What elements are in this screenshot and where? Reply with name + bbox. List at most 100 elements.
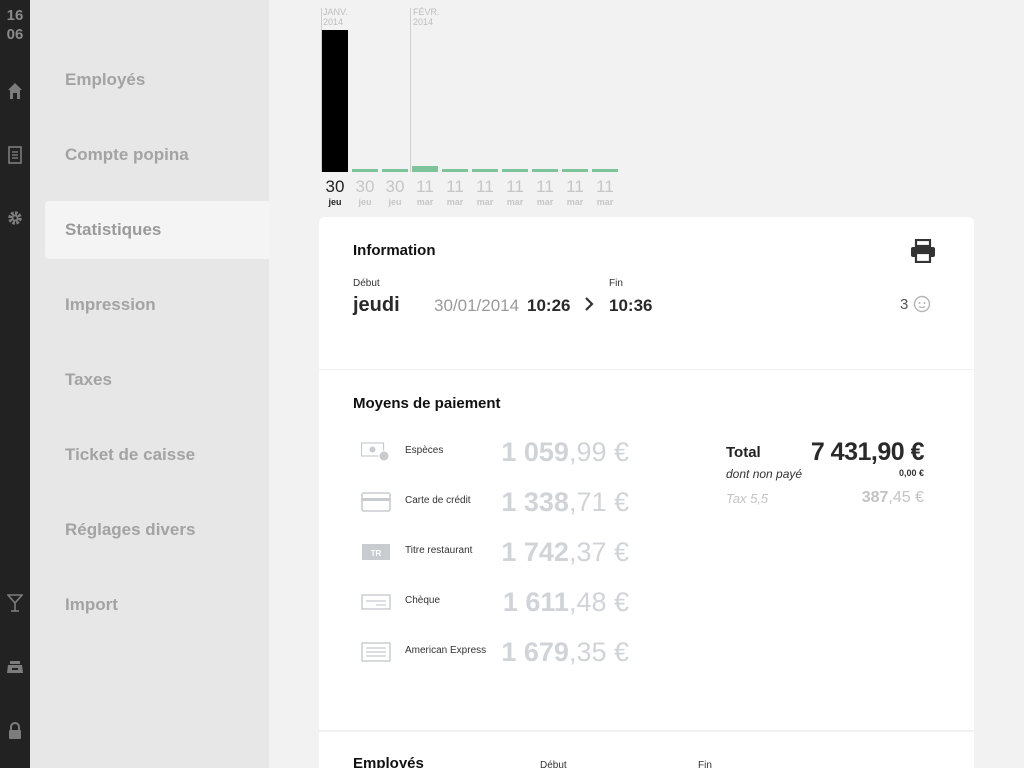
chart-day-label[interactable]: 11 mar [532, 178, 558, 208]
lock-icon[interactable] [5, 721, 25, 741]
chart-bar[interactable] [322, 30, 348, 172]
cocktail-icon[interactable] [5, 593, 25, 613]
chart-day-label[interactable]: 11 mar [502, 178, 528, 208]
total-value: 7 431,90 € [810, 438, 925, 466]
covers-icon [913, 295, 931, 318]
chart-day-number: 11 [446, 177, 464, 196]
month-label-janv: JANV. 2014 [323, 7, 348, 27]
statistics-content: JANV. 2014 FÉVR. 2014 30 jeu 30 jeu 30 jeu 11 mar… [269, 0, 1024, 768]
payment-row-carte-de-credit: Carte de crédit 1 338,71 € [359, 487, 629, 517]
unpaid-value: 0,00 € [898, 468, 924, 478]
chart-bar[interactable] [442, 169, 468, 172]
credit-card-icon [361, 492, 391, 512]
tax-value: 387,45 € [861, 489, 924, 506]
chart-weekday: jeu [328, 197, 342, 207]
payment-row-american-express: American Express 1 679,35 € [359, 637, 629, 667]
chart-bar[interactable] [412, 166, 438, 172]
chart-weekday: mar [446, 197, 464, 207]
clock-minutes: 06 [6, 26, 24, 43]
payment-amount: 1 059,99 € [501, 437, 629, 467]
gear-icon[interactable] [5, 208, 25, 228]
chevron-right-icon [584, 296, 594, 317]
meal-voucher-icon: TR [361, 542, 391, 562]
chart-day-number: 11 [506, 177, 524, 196]
settings-panel: Employés Compte popina Statistiques Impr… [30, 0, 1024, 768]
chart-bar[interactable] [562, 169, 588, 172]
payment-row-titre-restaurant: TR Titre restaurant 1 742,37 € [359, 537, 629, 567]
menu-item-import[interactable]: Import [45, 576, 269, 634]
clock: 16 06 [0, 6, 30, 44]
employees-title: Employés [353, 755, 424, 768]
start-time: 10:26 [527, 296, 571, 315]
chart-day-label[interactable]: 11 mar [562, 178, 588, 208]
chart-day-number: 11 [476, 177, 494, 196]
daily-sales-chart: JANV. 2014 FÉVR. 2014 30 jeu 30 jeu 30 jeu 11 mar… [319, 0, 639, 215]
employees-start-label: Début [540, 760, 567, 768]
chart-bar[interactable] [352, 169, 378, 172]
employees-end-label: Fin [698, 760, 712, 768]
month-label-fevr: FÉVR. 2014 [413, 7, 440, 27]
end-time: 10:36 [609, 296, 653, 315]
month-separator [410, 8, 411, 172]
start-date: 30/01/2014 [434, 296, 520, 315]
menu-item-taxes[interactable]: Taxes [45, 351, 269, 409]
payment-amount: 1 679,35 € [501, 637, 629, 667]
check-icon [361, 592, 391, 612]
chart-weekday: mar [506, 197, 524, 207]
payment-row-cheque: Chèque 1 611,48 € [359, 587, 629, 617]
chart-day-label[interactable]: 30 jeu [322, 178, 348, 208]
menu-item-reglages-divers[interactable]: Réglages divers [45, 501, 269, 559]
menu-item-compte-popina[interactable]: Compte popina [45, 126, 269, 184]
chart-weekday: mar [566, 197, 584, 207]
chart-day-number: 30 [385, 177, 405, 196]
employees-card: Employés Début Fin [319, 732, 974, 768]
document-icon[interactable] [5, 145, 25, 165]
payment-amount: 1 742,37 € [501, 537, 629, 567]
unpaid-label: dont non payé [726, 467, 803, 481]
chart-bar[interactable] [592, 169, 618, 172]
chart-day-number: 11 [596, 177, 614, 196]
payment-row-especes: Espèces 1 059,99 € [359, 437, 629, 467]
end-label: Fin [609, 278, 623, 289]
menu-item-impression[interactable]: Impression [45, 276, 269, 334]
payment-amount: 1 338,71 € [501, 487, 629, 517]
menu-item-employes[interactable]: Employés [45, 51, 269, 109]
chart-weekday: jeu [388, 197, 402, 207]
cash-register-icon[interactable] [5, 657, 25, 677]
chart-weekday: mar [596, 197, 614, 207]
print-icon[interactable] [910, 238, 936, 268]
payment-label: American Express [405, 645, 487, 656]
menu-item-ticket-de-caisse[interactable]: Ticket de caisse [45, 426, 269, 484]
chart-day-label[interactable]: 30 jeu [352, 178, 378, 208]
total-label: Total [726, 444, 761, 461]
chart-day-number: 30 [325, 177, 345, 196]
chart-weekday: mar [536, 197, 554, 207]
chart-day-label[interactable]: 11 mar [592, 178, 618, 208]
chart-weekday: mar [476, 197, 494, 207]
tax-label: Tax 5,5 [726, 491, 769, 506]
payment-methods-title: Moyens de paiement [353, 395, 501, 412]
information-card: Information Début Fin jeudi 30/01/2014 1… [319, 217, 974, 369]
covers-count: 3 [900, 296, 909, 313]
home-icon[interactable] [5, 81, 25, 101]
chart-day-label[interactable]: 30 jeu [382, 178, 408, 208]
clock-hours: 16 [6, 7, 24, 24]
chart-weekday: mar [416, 197, 434, 207]
start-day: jeudi [353, 294, 400, 316]
chart-day-number: 11 [566, 177, 584, 196]
chart-bar[interactable] [472, 169, 498, 172]
chart-bar[interactable] [382, 169, 408, 172]
information-title: Information [353, 242, 436, 259]
payment-label: Espèces [405, 445, 444, 456]
chart-day-label[interactable]: 11 mar [412, 178, 438, 208]
chart-day-number: 30 [355, 177, 375, 196]
chart-day-label[interactable]: 11 mar [442, 178, 468, 208]
menu-item-statistiques[interactable]: Statistiques [45, 201, 269, 259]
chart-bar[interactable] [532, 169, 558, 172]
chart-bar[interactable] [502, 169, 528, 172]
payment-label: Chèque [405, 595, 441, 606]
payment-methods-card: Moyens de paiement Espèces 1 059,99 € Ca… [319, 370, 974, 730]
payment-label: Carte de crédit [405, 495, 471, 506]
chart-day-label[interactable]: 11 mar [472, 178, 498, 208]
cash-icon [360, 442, 391, 462]
